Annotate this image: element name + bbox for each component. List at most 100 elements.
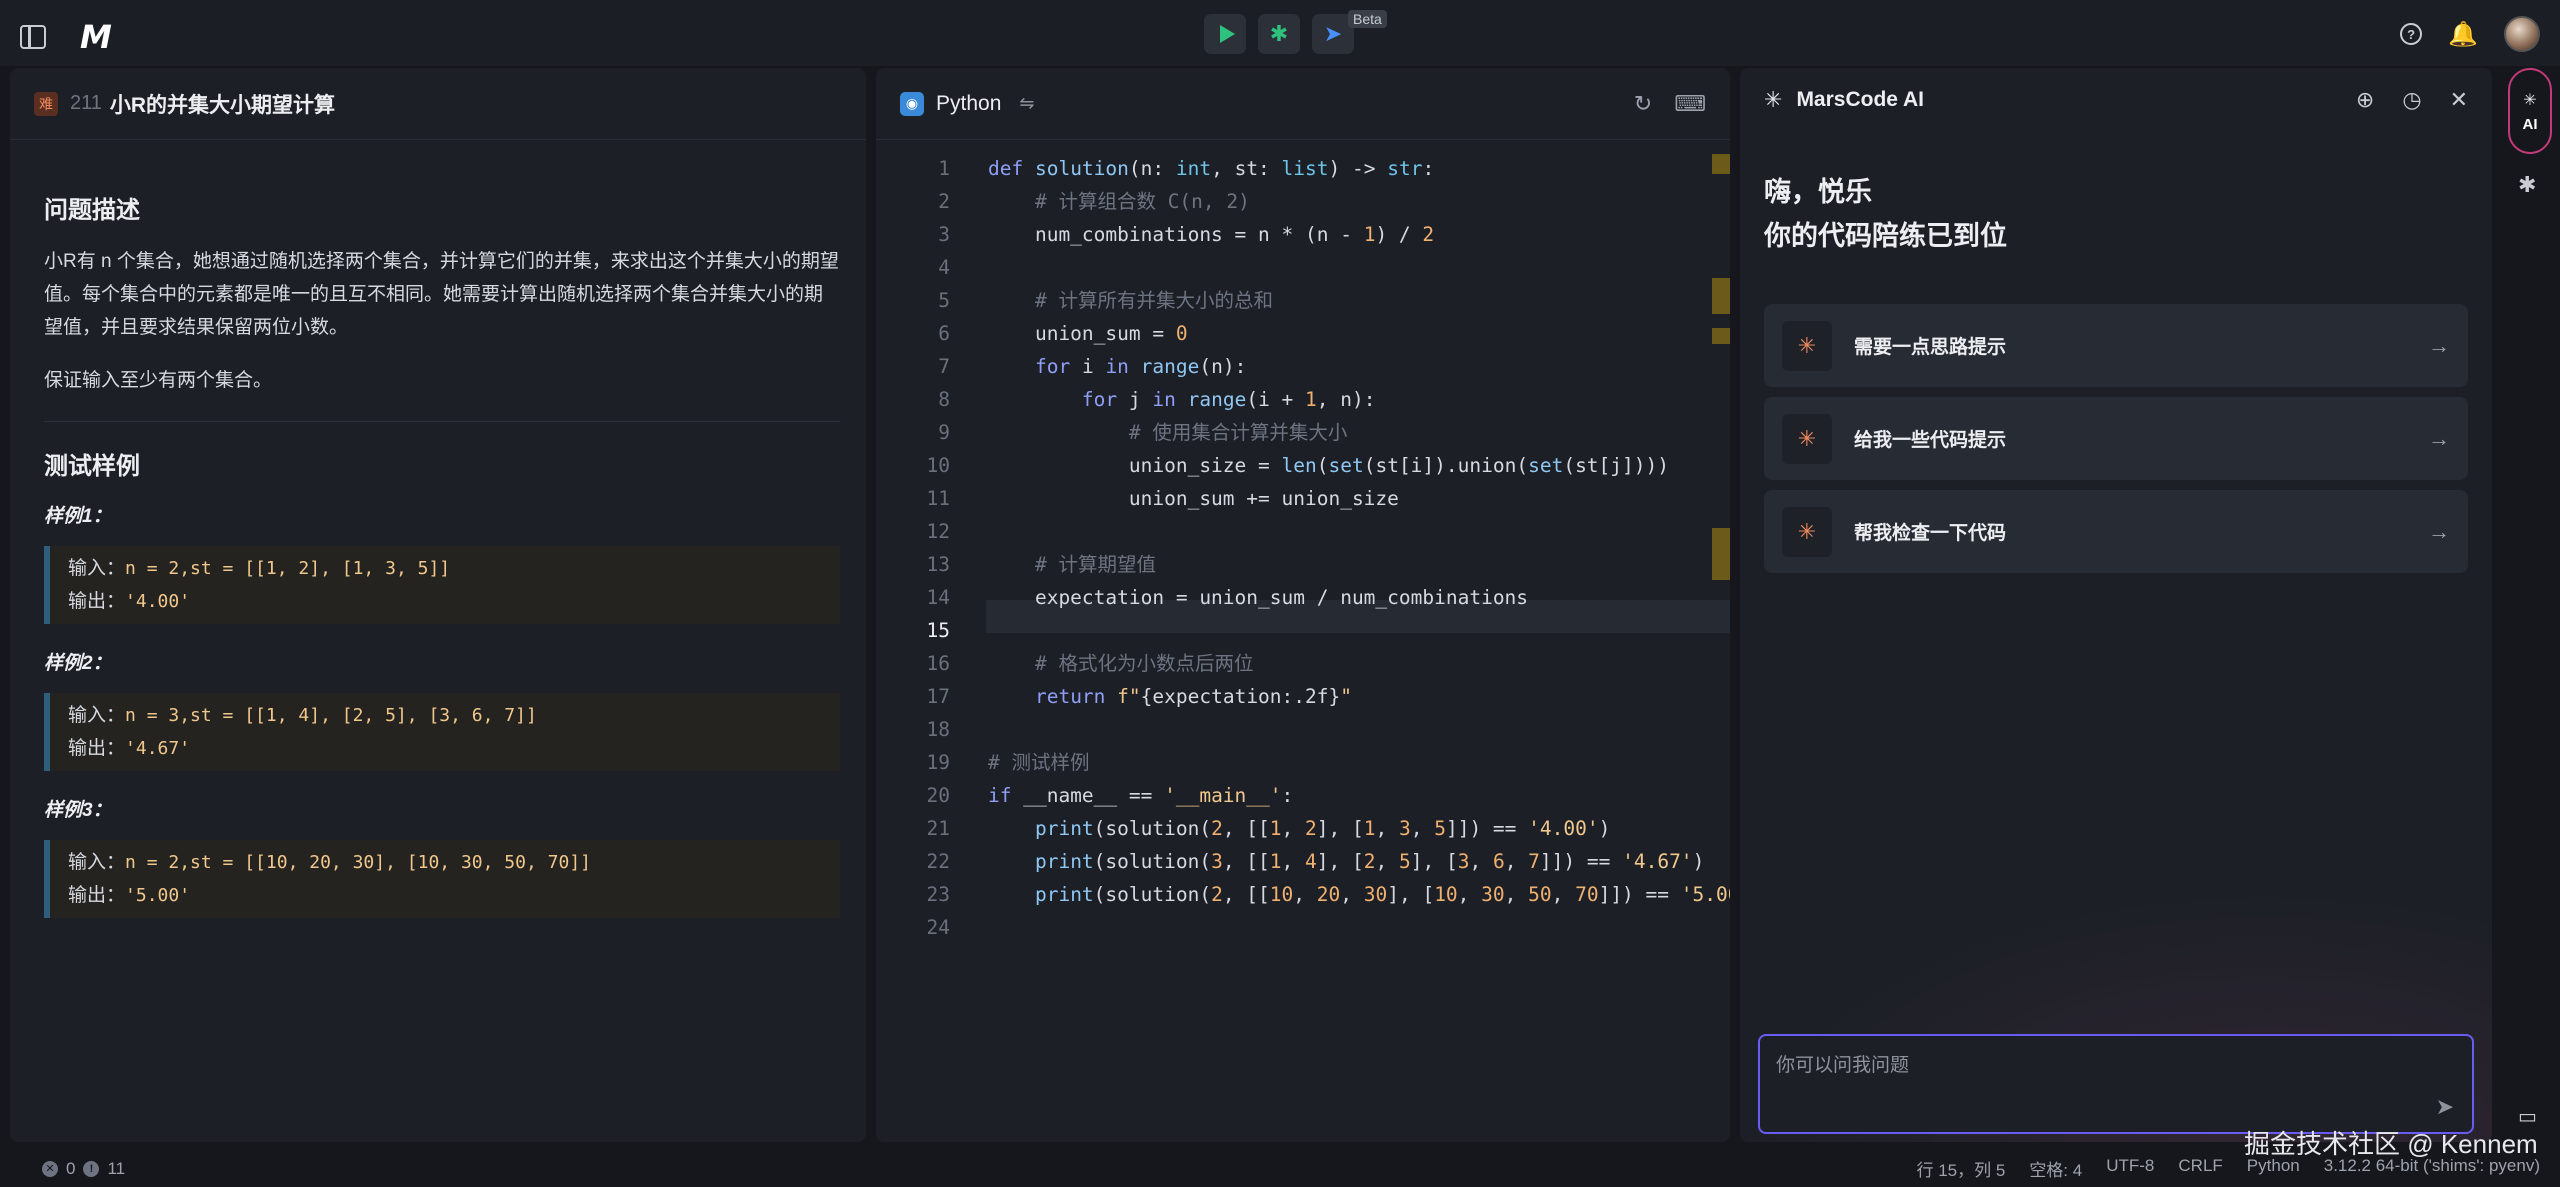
code-text: union_sum += union_size bbox=[988, 487, 1399, 510]
code-line: 10 union_size = len(set(st[i]).union(set… bbox=[876, 449, 1730, 482]
output-label: 输出： bbox=[68, 591, 126, 612]
language-selector[interactable]: Python bbox=[936, 92, 1001, 116]
line-number: 2 bbox=[938, 190, 950, 213]
code-text: print(solution(2, [[1, 2], [1, 3, 5]]) =… bbox=[1034, 817, 1611, 840]
line-number: 8 bbox=[938, 388, 950, 411]
description-heading: 问题描述 bbox=[44, 197, 140, 224]
error-icon: ✕ bbox=[42, 1160, 58, 1177]
sparkle-icon: ✳ bbox=[1782, 413, 1832, 464]
bug-icon[interactable]: ✱ bbox=[2518, 172, 2536, 198]
sample-input-row: 输入：n = 2,st = [[10, 20, 30], [10, 30, 50… bbox=[68, 846, 822, 879]
sparkle-icon: ✳ bbox=[1764, 87, 1783, 112]
code-line: 16 # 格式化为小数点后两位 bbox=[876, 647, 1730, 680]
reset-icon[interactable]: ↻ bbox=[1634, 91, 1652, 117]
encoding[interactable]: UTF-8 bbox=[2106, 1156, 2154, 1181]
samples-list: 样例1： 输入：n = 2,st = [[1, 2], [1, 3, 5]] 输出：… bbox=[44, 501, 840, 918]
line-number: 21 bbox=[926, 817, 950, 840]
new-chat-icon[interactable]: ⊕ bbox=[2356, 87, 2374, 113]
marscode-logo[interactable]: M bbox=[80, 18, 112, 56]
suggestion-label: 帮我检查一下代码 bbox=[1854, 523, 2007, 544]
code-line: 9 # 使用集合计算并集大小 bbox=[876, 416, 1730, 449]
greeting-line-2: 你的代码陪练已到位 bbox=[1764, 221, 2007, 251]
code-text: print(solution(2, [[10, 20, 30], [10, 30… bbox=[1034, 883, 1730, 906]
code-line: 20 if __name__ == '__main__': bbox=[876, 779, 1730, 812]
warning-count[interactable]: 11 bbox=[107, 1159, 125, 1179]
sidebar-toggle-icon[interactable] bbox=[20, 25, 46, 49]
code-line: 1 def solution(n: int, st: list) -> str: bbox=[876, 152, 1730, 185]
cursor-position[interactable]: 行 15，列 5 bbox=[1917, 1156, 2006, 1181]
suggestion-item[interactable]: ✳ 帮我检查一下代码 → bbox=[1764, 490, 2468, 573]
code-text: # 测试样例 bbox=[988, 751, 1090, 774]
code-text: expectation = union_sum / num_combinatio… bbox=[988, 586, 1529, 609]
line-number: 24 bbox=[926, 916, 950, 939]
chat-input[interactable]: 你可以问我问题 ➤ bbox=[1758, 1034, 2474, 1134]
play-icon bbox=[1219, 25, 1235, 43]
code-text: if __name__ == '__main__': bbox=[988, 784, 1294, 807]
top-bar: M ✱ ➤ Beta ? 🔔 bbox=[0, 0, 2560, 66]
line-number: 9 bbox=[938, 421, 950, 444]
code-line: 21 print(solution(2, [[1, 2], [1, 3, 5]]… bbox=[876, 812, 1730, 845]
code-editor[interactable]: 1 def solution(n: int, st: list) -> str: 2… bbox=[876, 152, 1730, 1142]
code-line: 7 for i in range(n): bbox=[876, 350, 1730, 383]
help-icon[interactable]: ? bbox=[2400, 23, 2423, 45]
problem-header: 难 211 小R的并集大小期望计算 bbox=[10, 68, 866, 140]
input-label: 输入： bbox=[68, 852, 126, 873]
code-line: 14 expectation = union_sum / num_combina… bbox=[876, 581, 1730, 614]
line-number: 19 bbox=[926, 751, 950, 774]
suggestion-label: 需要一点思路提示 bbox=[1854, 337, 2007, 358]
code-line: 8 for j in range(i + 1, n): bbox=[876, 383, 1730, 416]
history-icon[interactable]: ◷ bbox=[2402, 87, 2421, 113]
run-button[interactable] bbox=[1204, 14, 1246, 54]
indentation[interactable]: 空格: 4 bbox=[2029, 1156, 2082, 1181]
arrow-right-icon: → bbox=[2428, 425, 2450, 451]
beta-badge: Beta bbox=[1348, 10, 1387, 28]
code-text: def solution(n: int, st: list) -> str: bbox=[988, 157, 1435, 180]
description-paragraph: 小R有 n 个集合，她想通过随机选择两个集合，并计算它们的并集，来求出这个并集大… bbox=[44, 251, 839, 338]
line-number: 22 bbox=[926, 850, 950, 873]
code-line: 15 bbox=[876, 614, 1730, 647]
line-ending[interactable]: CRLF bbox=[2178, 1156, 2222, 1181]
ai-title: MarsCode AI bbox=[1796, 88, 1925, 111]
sparkle-icon: ✳ bbox=[2523, 91, 2537, 109]
right-rail: ✳ AI ✱ ▭ bbox=[2500, 68, 2560, 1142]
arrow-right-icon: → bbox=[2428, 332, 2450, 358]
sample-input-row: 输入：n = 2,st = [[1, 2], [1, 3, 5]] bbox=[68, 552, 822, 585]
problem-panel: 难 211 小R的并集大小期望计算 问题描述 小R有 n 个集合，她想通过随机选… bbox=[10, 68, 866, 1142]
line-number: 3 bbox=[938, 223, 950, 246]
sample-box: 输入：n = 2,st = [[1, 2], [1, 3, 5]] 输出：'4.0… bbox=[44, 546, 840, 624]
code-line: 17 return f"{expectation:.2f}" bbox=[876, 680, 1730, 713]
sample-box: 输入：n = 2,st = [[10, 20, 30], [10, 30, 50… bbox=[44, 840, 840, 918]
close-icon[interactable]: ✕ bbox=[2450, 87, 2468, 113]
code-line: 18 bbox=[876, 713, 1730, 746]
code-text: print(solution(3, [[1, 4], [2, 5], [3, 6… bbox=[1034, 850, 1705, 873]
error-count[interactable]: 0 bbox=[66, 1159, 75, 1179]
code-line: 19 # 测试样例 bbox=[876, 746, 1730, 779]
code-text: # 使用集合计算并集大小 bbox=[1128, 421, 1348, 444]
line-number: 17 bbox=[926, 685, 950, 708]
debug-button[interactable]: ✱ bbox=[1258, 14, 1300, 54]
suggestion-item[interactable]: ✳ 需要一点思路提示 → bbox=[1764, 304, 2468, 387]
line-number: 20 bbox=[926, 784, 950, 807]
suggestion-label: 给我一些代码提示 bbox=[1854, 430, 2007, 451]
line-number: 15 bbox=[926, 619, 950, 642]
avatar[interactable] bbox=[2504, 16, 2540, 52]
code-line: 11 union_sum += union_size bbox=[876, 482, 1730, 515]
output-label: 输出： bbox=[68, 738, 126, 759]
line-number: 23 bbox=[926, 883, 950, 906]
code-text: # 计算期望值 bbox=[1034, 553, 1156, 576]
sample-input: n = 2,st = [[1, 2], [1, 3, 5]] bbox=[125, 558, 451, 579]
code-text: # 计算组合数 C(n, 2) bbox=[1034, 190, 1250, 213]
python-icon: ◉ bbox=[900, 91, 924, 116]
send-message-icon[interactable]: ➤ bbox=[2436, 1094, 2454, 1120]
suggestion-item[interactable]: ✳ 给我一些代码提示 → bbox=[1764, 397, 2468, 480]
format-icon[interactable]: ⌨ bbox=[1674, 91, 1706, 117]
watermark: 掘金技术社区 @ Kennem bbox=[2244, 1129, 2538, 1159]
sparkle-icon: ✳ bbox=[1782, 320, 1832, 371]
code-text: for j in range(i + 1, n): bbox=[1081, 388, 1376, 411]
bell-icon[interactable]: 🔔 bbox=[2448, 20, 2478, 49]
suggestion-list: ✳ 需要一点思路提示 → ✳ 给我一些代码提示 → ✳ 帮我检查一下代码 → bbox=[1740, 258, 2492, 573]
swap-language-icon[interactable]: ⇋ bbox=[1019, 93, 1034, 114]
code-line: 4 bbox=[876, 251, 1730, 284]
ai-rail-button[interactable]: ✳ AI bbox=[2508, 68, 2552, 154]
sample-input-row: 输入：n = 3,st = [[1, 4], [2, 5], [3, 6, 7]… bbox=[68, 699, 822, 732]
